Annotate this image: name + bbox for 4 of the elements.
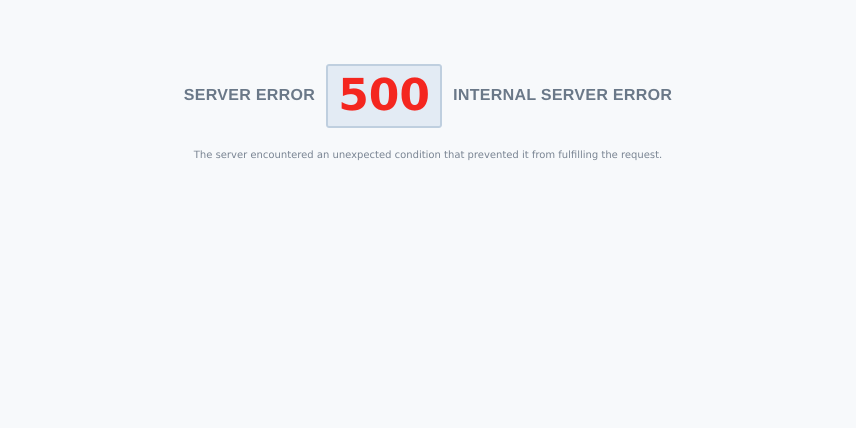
- error-category: SERVER ERROR: [184, 87, 316, 105]
- error-title: INTERNAL SERVER ERROR: [453, 87, 672, 105]
- error-message: The server encountered an unexpected condition that prevented it from fulfilling the request.: [194, 150, 662, 161]
- error-code-badge: 500: [326, 64, 442, 128]
